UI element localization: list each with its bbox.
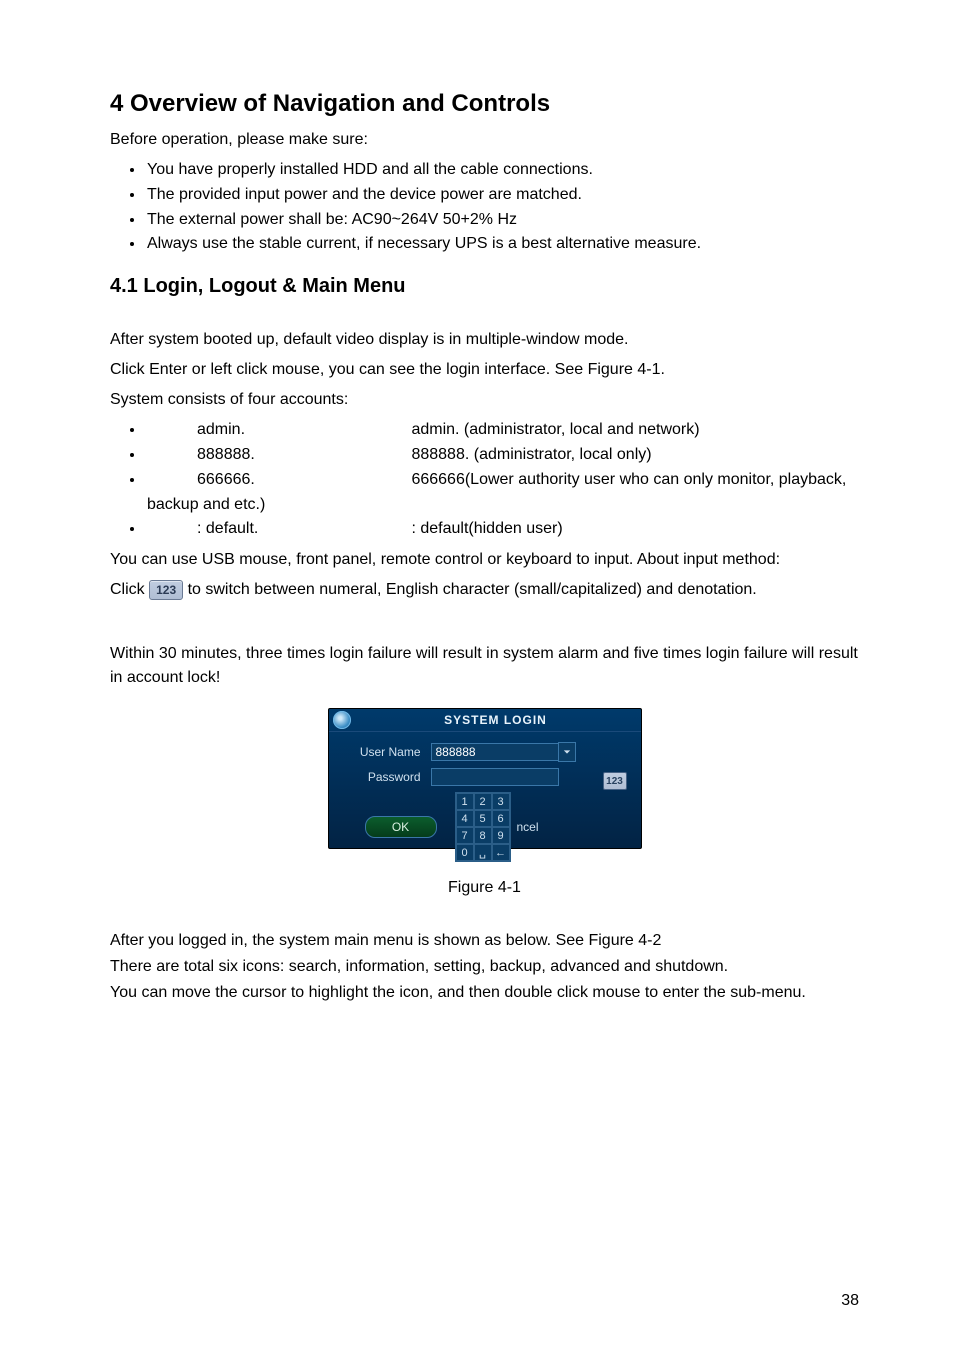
intro-text: Before operation, please make sure:	[110, 128, 859, 152]
username-row: User Name 888888	[341, 742, 629, 762]
keypad-key[interactable]: 7	[456, 827, 474, 844]
keypad-key[interactable]: 0	[456, 844, 474, 861]
username-field[interactable]: 888888	[431, 743, 559, 761]
keypad-space-key[interactable]: ␣	[474, 844, 492, 861]
dialog-titlebar: SYSTEM LOGIN	[329, 709, 641, 732]
list-item: 666666. 666666(Lower authority user who …	[145, 468, 859, 518]
body-text: There are total six icons: search, infor…	[110, 955, 859, 979]
ime-switch-icon: 123	[149, 580, 183, 600]
body-text: Click Enter or left click mouse, you can…	[110, 358, 859, 382]
page: 4 Overview of Navigation and Controls Be…	[0, 0, 954, 1350]
body-text: You can use USB mouse, front panel, remo…	[110, 548, 859, 572]
account-desc: admin. (administrator, local and network…	[411, 421, 699, 438]
cancel-button-fragment[interactable]: ncel	[517, 820, 539, 834]
account-name: 666666.	[147, 468, 407, 493]
body-text: After you logged in, the system main men…	[110, 929, 859, 953]
figure-caption: Figure 4-1	[110, 879, 859, 897]
figure-login: SYSTEM LOGIN User Name 888888 Password 1…	[110, 708, 859, 849]
keypad-key[interactable]: 1	[456, 793, 474, 810]
heading-1: 4 Overview of Navigation and Controls	[110, 90, 859, 118]
keypad-backspace-key[interactable]: ←	[492, 844, 510, 861]
text-fragment: to switch between numeral, English chara…	[188, 581, 757, 598]
body-text: System consists of four accounts:	[110, 388, 859, 412]
tail-section: After you logged in, the system main men…	[110, 929, 859, 1005]
prereq-list: You have properly installed HDD and all …	[110, 158, 859, 257]
list-item: The external power shall be: AC90~264V 5…	[145, 208, 859, 233]
login-dialog: SYSTEM LOGIN User Name 888888 Password 1…	[328, 708, 642, 849]
keypad-key[interactable]: 2	[474, 793, 492, 810]
body-text: After system booted up, default video di…	[110, 328, 859, 352]
warning-text: Within 30 minutes, three times login fai…	[110, 642, 859, 690]
account-desc: 666666(Lower authority user who can only…	[411, 471, 846, 488]
dialog-body: User Name 888888 Password 123 1 2	[329, 732, 641, 848]
keypad-key[interactable]: 3	[492, 793, 510, 810]
page-number: 38	[841, 1292, 859, 1310]
keypad-key[interactable]: 6	[492, 810, 510, 827]
list-item: : default. : default(hidden user)	[145, 517, 859, 542]
list-item: Always use the stable current, if necess…	[145, 232, 859, 257]
account-desc: 888888. (administrator, local only)	[411, 446, 651, 463]
password-field[interactable]	[431, 768, 559, 786]
ok-button[interactable]: OK	[365, 816, 437, 838]
heading-2: 4.1 Login, Logout & Main Menu	[110, 275, 859, 298]
list-item: 888888. 888888. (administrator, local on…	[145, 443, 859, 468]
keypad-key[interactable]: 9	[492, 827, 510, 844]
list-item: You have properly installed HDD and all …	[145, 158, 859, 183]
username-dropdown[interactable]	[558, 742, 576, 762]
body-text: You can move the cursor to highlight the…	[110, 981, 859, 1005]
password-row: Password	[341, 768, 629, 786]
keypad-key[interactable]: 8	[474, 827, 492, 844]
account-name: admin.	[147, 418, 407, 443]
account-name: : default.	[147, 517, 407, 542]
text-fragment: Click	[110, 581, 149, 598]
keypad-key[interactable]: 4	[456, 810, 474, 827]
list-item: The provided input power and the device …	[145, 183, 859, 208]
accounts-list: admin. admin. (administrator, local and …	[110, 418, 859, 542]
dialog-title: SYSTEM LOGIN	[355, 713, 637, 727]
keypad-key[interactable]: 5	[474, 810, 492, 827]
chevron-down-icon	[563, 748, 571, 756]
virtual-keypad: 1 2 3 4 5 6 7 8 9	[455, 792, 511, 862]
account-desc-wrap: backup and etc.)	[147, 493, 859, 518]
body-text: Click 123 to switch between numeral, Eng…	[110, 578, 859, 602]
logo-icon	[333, 711, 351, 729]
username-label: User Name	[341, 745, 431, 759]
list-item: admin. admin. (administrator, local and …	[145, 418, 859, 443]
ime-toggle[interactable]: 123	[603, 772, 627, 790]
password-label: Password	[341, 770, 431, 784]
account-name: 888888.	[147, 443, 407, 468]
account-desc: : default(hidden user)	[411, 520, 562, 537]
